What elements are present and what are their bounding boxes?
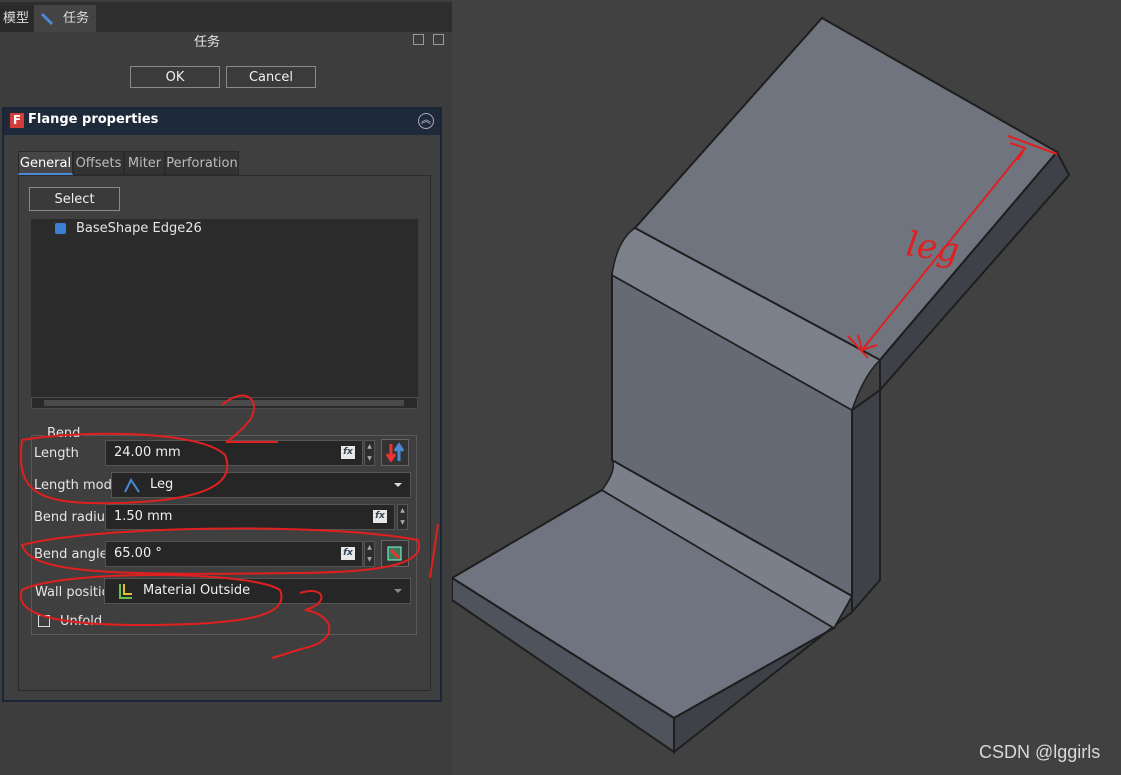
length-value: 24.00 mm [114,445,181,460]
tab-miter[interactable]: Miter [124,151,165,175]
tab-task[interactable]: 任务 [34,5,96,32]
length-input[interactable]: 24.00 mm fx [105,440,363,466]
chevron-down-icon [394,589,402,593]
bend-radius-input[interactable]: 1.50 mm fx [105,504,395,530]
cancel-button[interactable]: Cancel [226,66,316,88]
collapse-icon[interactable]: ︽ [418,113,434,129]
ok-button[interactable]: OK [130,66,220,88]
measure-angle-button[interactable] [381,540,409,567]
length-mode-value: Leg [150,477,174,492]
unfold-checkbox[interactable] [38,615,50,627]
restore-icon[interactable] [433,34,444,45]
expression-icon[interactable]: fx [341,446,355,459]
pencil-icon [40,12,54,26]
length-label: Length [34,446,79,461]
wall-position-label: Wall positio [35,585,110,600]
list-item[interactable]: BaseShape Edge26 [76,221,202,236]
length-spinner[interactable]: ▲ ▼ [364,440,375,466]
bend-radius-label: Bend radius [34,510,112,525]
panel-title: Flange properties [28,112,159,127]
3d-viewport[interactable] [452,0,1121,775]
tab-task-label: 任务 [63,11,90,26]
length-mode-label: Length mode [34,478,120,493]
tab-perforation[interactable]: Perforation [165,151,239,175]
task-title: 任务 [193,35,220,50]
bend-radius-spinner[interactable]: ▲ ▼ [397,504,408,530]
tab-model[interactable]: 模型 [0,5,35,32]
select-button[interactable]: Select [29,187,120,211]
horizontal-scrollbar[interactable] [31,397,418,409]
freecad-logo-icon: F [10,113,24,128]
reference-list[interactable]: BaseShape Edge26 [31,219,418,407]
bend-angle-spinner[interactable]: ▲ ▼ [364,541,375,567]
bend-angle-value: 65.00 ° [114,546,162,561]
bend-radius-value: 1.50 mm [114,509,173,524]
reverse-direction-button[interactable] [381,439,409,466]
bend-group-title: Bend [44,426,84,441]
scrollbar-thumb[interactable] [44,400,404,406]
measure-angle-icon [387,546,402,561]
bend-angle-label: Bend angle [34,547,108,562]
task-panel: 模型 任务 任务 OK Cancel F Flange properties ︽… [0,0,452,775]
expression-icon[interactable]: fx [341,547,355,560]
chevron-down-icon [394,483,402,487]
wall-position-select[interactable]: Material Outside [104,578,411,604]
unfold-label: Unfold [60,614,103,629]
reverse-arrows-icon [385,442,405,463]
wall-position-value: Material Outside [143,583,251,598]
watermark: CSDN @lggirls [979,742,1101,762]
combo-view-tabs: 模型 任务 [0,2,452,32]
bend-angle-input[interactable]: 65.00 ° fx [105,541,363,567]
sheet-metal-model[interactable] [452,0,1121,775]
tab-offsets[interactable]: Offsets [73,151,124,175]
leg-mode-icon [124,478,140,493]
flange-properties-panel: F Flange properties ︽ General Offsets Mi… [2,107,442,702]
material-outside-icon [119,584,132,599]
cube-icon [55,223,66,234]
float-icon[interactable] [413,34,424,45]
length-mode-select[interactable]: Leg [111,472,411,498]
expression-icon[interactable]: fx [373,510,387,523]
panel-header: F Flange properties ︽ [4,109,440,135]
tab-general[interactable]: General [18,151,73,175]
